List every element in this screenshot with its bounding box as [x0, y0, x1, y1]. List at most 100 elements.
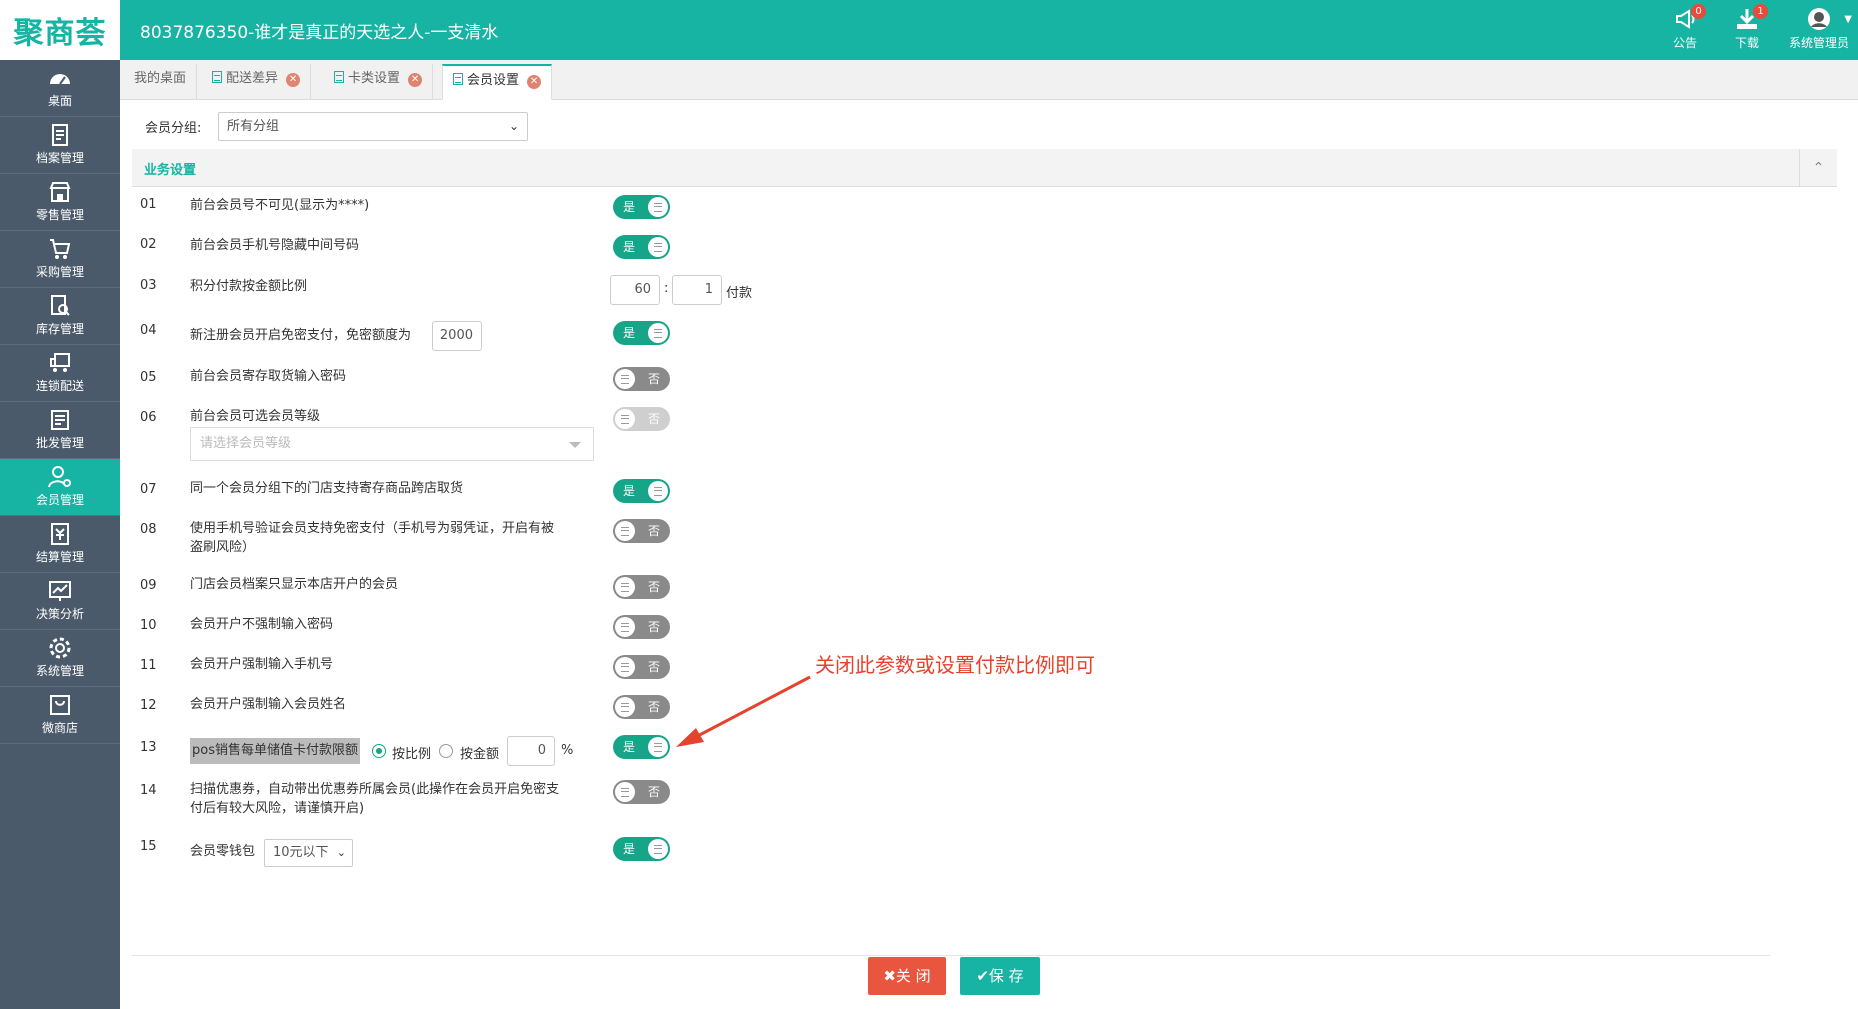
member-level-select[interactable]: 请选择会员等级: [190, 427, 594, 461]
toggle-switch[interactable]: 是: [613, 195, 670, 219]
toggle-switch[interactable]: 是: [613, 837, 670, 861]
row-number: 12: [140, 698, 157, 713]
sidebar-item-analysis[interactable]: 决策分析: [0, 573, 120, 630]
member-group-select[interactable]: 所有分组 ⌄: [218, 112, 528, 141]
user-menu[interactable]: 系统管理员 ▼: [1788, 6, 1852, 51]
tab-delivery-diff[interactable]: 配送差异 ✕: [202, 64, 312, 100]
toggle-switch[interactable]: 是: [613, 735, 670, 759]
collapse-button[interactable]: ⌃: [1799, 149, 1837, 187]
toggle-switch[interactable]: 否: [613, 519, 670, 543]
chevron-down-icon: ▼: [1844, 14, 1852, 25]
download-label: 下载: [1734, 36, 1759, 50]
points-ratio-input[interactable]: 60: [610, 275, 660, 305]
row-label: 扫描优惠券，自动带出优惠券所属会员(此操作在会员开启免密支 付后有较大风险，请谨…: [190, 780, 559, 818]
row-label: 门店会员档案只显示本店开户的会员: [190, 577, 399, 592]
payment-ratio-input[interactable]: 1: [672, 275, 722, 305]
radio-by-ratio[interactable]: [372, 744, 386, 758]
toggle-knob: [648, 481, 668, 501]
save-button-label: 保 存: [988, 967, 1024, 985]
announce-button[interactable]: 0 公告: [1672, 4, 1706, 51]
sidebar-item-label: 库存管理: [35, 322, 84, 336]
sidebar-item-microstore[interactable]: 微商店: [0, 687, 120, 744]
sidebar-item-purchase[interactable]: 采购管理: [0, 231, 120, 288]
toggle-switch[interactable]: 否: [613, 695, 670, 719]
close-button-label: 关 闭: [895, 967, 931, 985]
sidebar-item-desktop[interactable]: 桌面: [0, 60, 120, 117]
ratio-separator: :: [664, 281, 669, 296]
radio-by-amount-label: 按金额: [460, 747, 500, 762]
sidebar-item-archive[interactable]: 档案管理: [0, 117, 120, 174]
toggle-knob: [648, 197, 668, 217]
row-number: 14: [140, 783, 157, 798]
tab-card-settings[interactable]: 卡类设置 ✕: [324, 64, 434, 100]
toggle-switch[interactable]: 否: [613, 780, 670, 804]
tab-my-desktop[interactable]: 我的桌面: [124, 64, 198, 100]
sidebar-item-label: 批发管理: [35, 436, 84, 450]
close-icon[interactable]: ✕: [408, 73, 423, 87]
toggle-label: 是: [623, 240, 636, 254]
section-title: 业务设置: [144, 163, 197, 178]
sidebar-item-delivery[interactable]: 连锁配送: [0, 345, 120, 402]
sidebar-item-system[interactable]: 系统管理: [0, 630, 120, 687]
toggle-knob: [615, 577, 635, 597]
chevron-down-icon: ⌄: [336, 846, 346, 859]
toggle-switch[interactable]: 否: [613, 367, 670, 391]
toggle-switch[interactable]: 是: [613, 235, 670, 259]
toggle-switch[interactable]: 否: [613, 655, 670, 679]
toggle-switch[interactable]: 是: [613, 479, 670, 503]
wallet-limit-value: 10元以下: [273, 845, 329, 860]
toggle-label: 否: [647, 785, 660, 799]
radio-by-amount[interactable]: [439, 744, 453, 758]
archive-icon: [52, 124, 68, 146]
toggle-label: 否: [647, 620, 660, 634]
download-button[interactable]: 1 下载: [1734, 4, 1768, 51]
toggle-switch[interactable]: 否: [613, 615, 670, 639]
limit-unit: %: [561, 743, 574, 758]
close-icon[interactable]: ✕: [527, 75, 542, 89]
wallet-limit-select[interactable]: 10元以下 ⌄: [264, 839, 353, 867]
member-level-placeholder: 请选择会员等级: [200, 436, 292, 451]
limit-value-input[interactable]: 0: [507, 736, 555, 766]
row-number: 06: [140, 410, 157, 425]
row-label: 前台会员号不可见(显示为****): [190, 198, 370, 213]
logo[interactable]: 聚商荟: [0, 0, 120, 60]
toggle-knob: [615, 409, 635, 429]
sidebar-item-wholesale[interactable]: 批发管理: [0, 402, 120, 459]
member-group-value: 所有分组: [227, 119, 280, 134]
row-label-line: 盗刷风险）: [190, 540, 256, 555]
toggle-knob: [615, 521, 635, 541]
row-label: 同一个会员分组下的门店支持寄存商品跨店取货: [190, 481, 464, 496]
close-button[interactable]: ✖关 闭: [868, 957, 946, 995]
row-number: 01: [140, 197, 157, 212]
footer-divider: [132, 955, 1770, 956]
sidebar-item-label: 结算管理: [35, 550, 84, 564]
sidebar-item-inventory[interactable]: 库存管理: [0, 288, 120, 345]
toggle-switch[interactable]: 否: [613, 407, 670, 431]
toggle-switch[interactable]: 否: [613, 575, 670, 599]
sidebar-item-member[interactable]: 会员管理: [0, 459, 120, 516]
toggle-label: 否: [647, 660, 660, 674]
row-label: 会员零钱包: [190, 844, 256, 859]
close-icon[interactable]: ✕: [286, 73, 301, 87]
ratio-unit: 付款: [726, 286, 753, 301]
toggle-knob: [615, 657, 635, 677]
sidebar-item-retail[interactable]: 零售管理: [0, 174, 120, 231]
tab-member-settings[interactable]: 会员设置 ✕: [442, 64, 553, 100]
toggle-label: 否: [647, 580, 660, 594]
user-label: 系统管理员: [1788, 36, 1849, 50]
row-label-line: 扫描优惠券，自动带出优惠券所属会员(此操作在会员开启免密支: [190, 782, 560, 797]
section-header: 业务设置 ⌃: [132, 149, 1837, 187]
toggle-label: 否: [647, 372, 660, 386]
document-icon: [453, 73, 463, 85]
save-button[interactable]: ✔保 存: [960, 957, 1040, 995]
free-amount-input[interactable]: 2000: [432, 321, 482, 351]
row-label-highlighted: pos销售每单储值卡付款限额: [190, 738, 360, 764]
gear-icon: [49, 637, 71, 659]
tab-label: 卡类设置: [348, 71, 401, 86]
toggle-switch[interactable]: 是: [613, 321, 670, 345]
document-icon: [334, 71, 344, 83]
sidebar-item-settlement[interactable]: 结算管理: [0, 516, 120, 573]
wholesale-icon: [51, 410, 69, 430]
row-label: 会员开户不强制输入密码: [190, 617, 334, 632]
check-icon: ✔: [976, 967, 989, 985]
